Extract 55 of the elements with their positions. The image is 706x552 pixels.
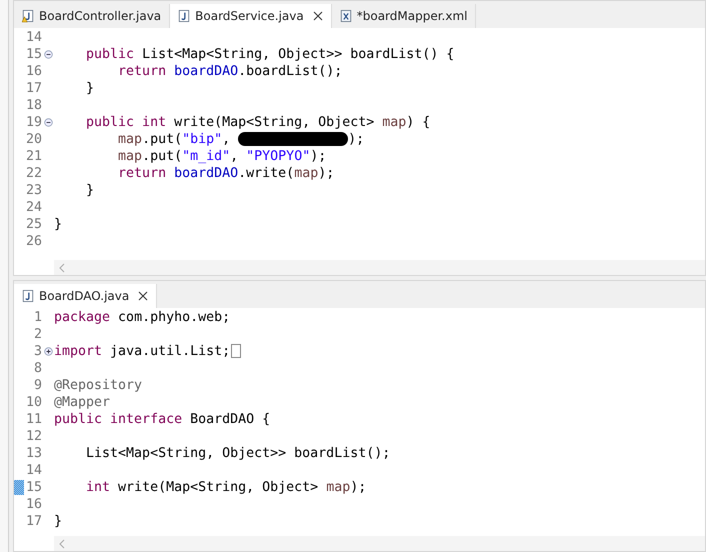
code-line: public interface BoardDAO { [54,411,270,428]
code-line: package com.phyho.web; [54,309,230,326]
line-number: 20 [26,131,42,148]
collapse-icon[interactable] [44,118,52,127]
close-icon[interactable] [138,291,148,301]
line-number: 23 [26,182,42,199]
line-number: 1 [34,309,42,326]
code-line: return boardDAO.write(map); [117,165,334,182]
editor-tab[interactable]: BoardService.java [170,4,332,28]
collapse-icon[interactable] [44,50,52,59]
folded-code-icon[interactable] [231,344,242,358]
xml-file-icon [340,9,352,23]
line-number: 26 [26,233,42,250]
line-number: 14 [26,29,42,46]
line-number: 15 [26,479,42,496]
editor-tab[interactable]: BoardDAO.java [14,284,158,308]
horizontal-scrollbar[interactable] [54,260,705,275]
line-number: 12 [26,428,42,445]
line-number: 22 [26,165,42,182]
code-line: } [54,216,62,233]
close-icon[interactable] [312,11,323,21]
expand-icon[interactable] [44,347,52,356]
line-number: 10 [26,394,42,411]
line-number: 11 [26,411,42,428]
code-line: map.put("m_id", "PYOPYO"); [117,148,326,165]
code-line: @Repository [54,377,142,394]
line-number: 17 [26,513,42,530]
code-line: } [54,513,62,530]
line-number: 19 [26,114,42,131]
line-number: 21 [26,148,42,165]
code-line: map.put("bip", ); [117,131,364,148]
line-number: 25 [26,216,42,233]
code-line: return boardDAO.boardList(); [117,63,342,80]
code-line: import java.util.List; [54,343,242,360]
code-editor[interactable] [14,28,705,275]
line-number: 18 [26,97,42,114]
line-number: 16 [26,63,42,80]
code-line: int write(Map<String, Object> map); [85,479,366,496]
line-number: 24 [26,199,42,216]
code-line: public int write(Map<String, Object> map) { [85,114,430,131]
line-number: 8 [34,360,42,377]
line-number: 9 [34,377,42,394]
line-number: 16 [26,496,42,513]
line-number: 13 [26,445,42,462]
line-number: 2 [34,326,42,343]
code-line: List<Map<String, Object>> boardList(); [85,445,390,462]
code-line: } [85,182,94,199]
line-number: 17 [26,80,42,97]
code-line: } [85,80,94,97]
code-line: public List<Map<String, Object>> boardList() { [85,46,454,63]
horizontal-scrollbar[interactable] [54,536,705,551]
code-line: @Mapper [54,394,110,411]
line-number: 3 [34,343,42,360]
line-number: 15 [26,46,42,63]
line-number: 14 [26,462,42,479]
